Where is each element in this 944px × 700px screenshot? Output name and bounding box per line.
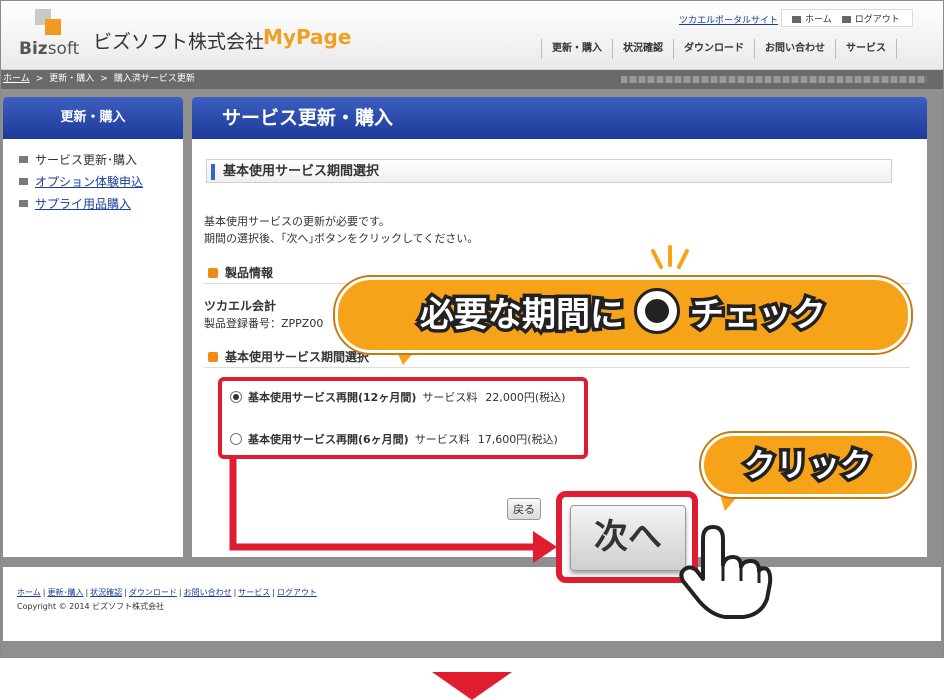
nav-item-update-purchase[interactable]: 更新・購入 [541, 39, 612, 59]
nav-item-status[interactable]: 状況確認 [612, 39, 673, 59]
heading-marker-icon [208, 268, 218, 278]
option-fee-label: サービス料 [414, 433, 470, 446]
callout-text: クリック [740, 443, 875, 488]
logout-link-label: ログアウト [854, 14, 900, 25]
attention-sparks-icon [651, 245, 689, 269]
portal-site-link[interactable]: ツカエルポータルサイト [679, 13, 778, 26]
section-title: 基本使用サービス期間選択 [206, 159, 892, 183]
logo-text-soft: soft [47, 39, 80, 59]
sidebar-item-option-trial[interactable]: オプション体験申込 [19, 173, 183, 190]
product-name: ツカエル会計 [204, 299, 277, 313]
heading-marker-icon [208, 352, 218, 362]
footer-link-update-purchase[interactable]: 更新･購入 [47, 588, 83, 597]
option-fee: 22,000円(税込) [485, 391, 566, 404]
sidebar-title: 更新・購入 [3, 97, 183, 139]
option-name: 基本使用サービス再開(6ヶ月間) [248, 433, 409, 446]
product-registration-number: 製品登録番号：ZPPZ00 [204, 317, 324, 330]
pointing-hand-icon [679, 525, 773, 619]
nav-item-download[interactable]: ダウンロード [673, 39, 754, 59]
option-fee: 17,600円(税込) [477, 433, 558, 446]
global-nav: 更新・購入 状況確認 ダウンロード お問い合わせ サービス [541, 39, 897, 59]
site-header: Bizsoft ビズソフト株式会社 MyPage ツカエルポータルサイト ホーム… [1, 1, 943, 70]
redacted-info-bar [621, 76, 927, 83]
logout-link[interactable]: ログアウト [841, 12, 900, 25]
intro-text: 基本使用サービスの更新が必要です。 期間の選択後、｢次へ｣ボタンをクリックしてく… [204, 213, 478, 247]
footer-links: ホーム | 更新･購入 | 状況確認 | ダウンロード | お問い合わせ | サービス | ログアウト [17, 587, 317, 598]
mypage-label: MyPage [263, 25, 352, 49]
next-button[interactable]: 次へ [570, 505, 686, 571]
breadcrumb-home[interactable]: ホーム [3, 74, 30, 84]
sidebar-item-label: サプライ用品購入 [35, 197, 132, 211]
footer-link-home[interactable]: ホーム [17, 588, 41, 597]
product-info-heading-label: 製品情報 [225, 266, 274, 280]
footer-separator: | [124, 588, 127, 597]
nav-item-contact[interactable]: お問い合わせ [754, 39, 835, 59]
option-name: 基本使用サービス再開(12ヶ月間) [248, 391, 417, 404]
footer-link-status[interactable]: 状況確認 [90, 588, 122, 597]
sidebar-item-label: サービス更新･購入 [35, 153, 138, 167]
bullet-icon [19, 178, 28, 185]
footer-separator: | [233, 588, 237, 597]
logout-icon [841, 15, 851, 23]
back-button[interactable]: 戻る [507, 498, 541, 520]
callout-check-period: 必要な期間に チェック [335, 277, 911, 353]
breadcrumb-separator: > [100, 74, 108, 84]
header-tool-links: ホーム ログアウト [781, 9, 913, 27]
sidebar-item-label: オプション体験申込 [35, 175, 144, 189]
breadcrumb-current: 購入済サービス更新 [113, 74, 195, 84]
period-select-heading-label: 基本使用サービス期間選択 [225, 350, 370, 364]
divider [204, 367, 910, 368]
sidebar-item-supplies[interactable]: サプライ用品購入 [19, 195, 183, 212]
period-options-highlight: 基本使用サービス再開(12ヶ月間) サービス料 22,000円(税込) 基本使用… [218, 377, 588, 459]
sidebar: 更新・購入 サービス更新･購入 オプション体験申込 サプライ用品購入 [3, 97, 183, 557]
bizsoft-logo-icon [35, 9, 61, 35]
period-select-heading: 基本使用サービス期間選択 [208, 348, 369, 365]
callout-text: 必要な期間に [417, 292, 628, 339]
nav-item-service[interactable]: サービス [835, 39, 897, 59]
radio-12-months[interactable] [230, 391, 242, 403]
option-6-months[interactable]: 基本使用サービス再開(6ヶ月間) サービス料 17,600円(税込) [230, 431, 558, 447]
callout-text: チェック [687, 292, 830, 339]
copyright: Copyright © 2014 ビズソフト株式会社 [17, 602, 165, 611]
home-icon [792, 15, 801, 23]
option-fee-label: サービス料 [422, 391, 478, 404]
browser-page: Bizsoft ビズソフト株式会社 MyPage ツカエルポータルサイト ホーム… [0, 0, 944, 658]
breadcrumb: ホーム > 更新・購入 > 購入済サービス更新 [1, 70, 943, 89]
home-link[interactable]: ホーム [792, 12, 832, 25]
footer-link-service[interactable]: サービス [238, 588, 270, 597]
site-footer: ホーム | 更新･購入 | 状況確認 | ダウンロード | お問い合わせ | サービス | ログアウト … [3, 567, 941, 641]
footer-separator: | [178, 588, 182, 597]
bullet-icon [19, 156, 28, 163]
company-name: ビズソフト株式会社 [93, 31, 265, 53]
intro-line: 期間の選択後、｢次へ｣ボタンをクリックしてください。 [204, 232, 479, 245]
breadcrumb-update-purchase: 更新・購入 [49, 74, 95, 84]
footer-separator: | [272, 588, 275, 597]
radio-selected-icon [634, 288, 680, 334]
footer-link-contact[interactable]: お問い合わせ [184, 588, 232, 597]
footer-separator: | [85, 588, 89, 597]
down-arrow-icon [432, 672, 512, 700]
logo-text-biz: Biz [19, 39, 48, 59]
footer-link-logout[interactable]: ログアウト [277, 588, 317, 597]
sidebar-item-service-renewal[interactable]: サービス更新･購入 [19, 151, 183, 168]
breadcrumb-separator: > [35, 74, 44, 84]
radio-6-months[interactable] [230, 433, 242, 445]
bizsoft-logo[interactable]: Bizsoft [19, 39, 79, 59]
product-info-heading: 製品情報 [208, 264, 273, 281]
sidebar-menu: サービス更新･購入 オプション体験申込 サプライ用品購入 [3, 139, 183, 212]
footer-link-download[interactable]: ダウンロード [129, 588, 177, 597]
intro-line: 基本使用サービスの更新が必要です。 [204, 215, 390, 228]
callout-click: クリック [701, 433, 915, 497]
bullet-icon [19, 200, 28, 207]
footer-separator: | [42, 588, 46, 597]
option-12-months[interactable]: 基本使用サービス再開(12ヶ月間) サービス料 22,000円(税込) [230, 389, 565, 405]
page-title: サービス更新・購入 [192, 97, 927, 139]
home-link-label: ホーム [805, 14, 832, 25]
